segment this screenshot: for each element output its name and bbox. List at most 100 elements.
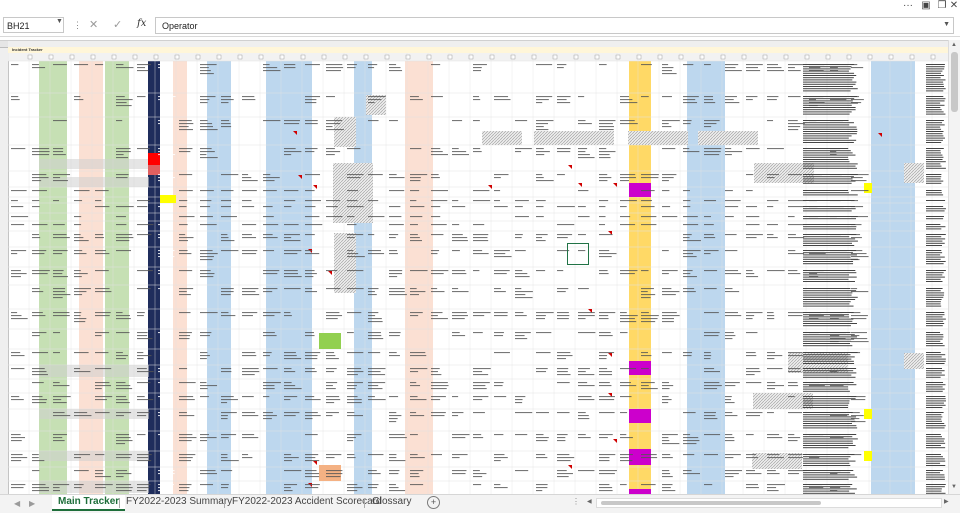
cell-text [32, 396, 43, 398]
cell-text [725, 234, 737, 236]
next-sheet-icon[interactable]: ▶ [29, 499, 35, 508]
cell-text [158, 270, 168, 272]
scroll-left-icon[interactable]: ◀ [587, 498, 592, 505]
cell-text [368, 332, 381, 334]
insert-function-icon[interactable]: fx [137, 18, 146, 29]
cell-text [347, 490, 358, 492]
cell-text [347, 177, 361, 179]
cell-text [725, 190, 733, 192]
cell-text [263, 64, 270, 66]
cell-text [599, 120, 616, 122]
cell-text [578, 190, 589, 192]
cell-text [11, 457, 28, 459]
cell-text [389, 224, 404, 226]
cell-text [221, 234, 228, 236]
cell-text [803, 358, 852, 360]
cell-text [803, 294, 852, 296]
cell-text [803, 216, 858, 217]
expand-formula-icon[interactable]: ▼ [943, 21, 950, 28]
cell-text [431, 151, 443, 153]
cell-text [473, 64, 487, 66]
prev-sheet-icon[interactable]: ◀ [14, 499, 20, 508]
cell-text [536, 174, 543, 176]
cell-text [926, 404, 946, 406]
name-box[interactable]: BH21 [3, 17, 64, 33]
cell-text [620, 270, 638, 272]
cell-text [494, 174, 509, 176]
horizontal-scrollbar[interactable] [596, 498, 942, 508]
cell-text [536, 368, 548, 370]
scroll-up-icon[interactable]: ▲ [951, 42, 957, 48]
cell-text [221, 371, 232, 373]
cell-text [662, 67, 674, 69]
cell-text [926, 400, 946, 402]
tab-fy2022-2023-summary[interactable]: FY2022-2023 Summary [120, 495, 238, 511]
more-options-icon[interactable]: ··· [900, 0, 916, 14]
cell-text [473, 200, 491, 202]
cell-text [179, 399, 195, 401]
more-tabs-icon[interactable]: ⋮ [572, 497, 580, 506]
cancel-icon[interactable]: ✕ [89, 18, 98, 31]
cell-text [368, 318, 382, 320]
cell-text [803, 156, 849, 158]
cell-text [389, 335, 400, 337]
cell-text [32, 368, 45, 370]
horizontal-scroll-thumb[interactable] [601, 501, 821, 505]
cell-text [263, 273, 278, 275]
cell-text [803, 100, 853, 102]
cell-text [803, 368, 857, 369]
cell-text [452, 454, 468, 456]
cell-text [32, 64, 39, 66]
cell-text [926, 384, 946, 386]
cell-text [32, 224, 48, 226]
cell-text [95, 335, 102, 337]
add-sheet-icon[interactable]: + [427, 496, 440, 509]
highlighted-cell [319, 333, 341, 349]
cell-text [803, 312, 854, 313]
cell-text [137, 355, 152, 357]
enter-check-icon[interactable]: ✓ [113, 18, 122, 31]
selected-cell[interactable] [567, 243, 589, 265]
worksheet-grid[interactable]: Incident Tracker [0, 40, 948, 495]
scroll-right-icon[interactable]: ▶ [944, 498, 949, 505]
cell-text [284, 352, 296, 354]
cell-text [515, 470, 529, 472]
vertical-scrollbar[interactable]: ▲ ▼ [948, 40, 960, 494]
cell-text [599, 412, 615, 414]
cell-text [410, 206, 425, 208]
cell-text [158, 154, 176, 156]
cell-text [326, 154, 335, 156]
cell-text [158, 487, 167, 489]
cell-text [683, 190, 690, 192]
cell-text [242, 206, 255, 208]
cell-text [746, 216, 760, 218]
cell-text [368, 312, 379, 314]
tab-glossary[interactable]: Glossary [366, 495, 417, 511]
cell-text [803, 261, 854, 262]
cell-text [137, 312, 145, 314]
vertical-scroll-thumb[interactable] [951, 52, 958, 112]
cell-text [305, 460, 320, 462]
cell-text [473, 382, 490, 384]
chevron-down-icon[interactable]: ▼ [56, 18, 63, 25]
ribbon-display-icon[interactable]: ▣ [918, 0, 934, 14]
cell-text [704, 200, 717, 202]
cell-text [158, 470, 175, 472]
cell-text [137, 368, 147, 370]
scroll-down-icon[interactable]: ▼ [951, 484, 957, 490]
cell-text [926, 388, 945, 390]
cell-text [926, 200, 946, 201]
cell-text [578, 315, 595, 317]
cell-text [473, 240, 489, 242]
formula-input[interactable]: Operator [155, 17, 954, 34]
cell-text [32, 180, 42, 182]
cell-text [803, 470, 854, 471]
tab-main-tracker[interactable]: Main Tracker [52, 495, 126, 511]
cell-text [452, 434, 470, 436]
cell-text [926, 126, 941, 128]
cell-text [32, 154, 50, 156]
cell-text [803, 436, 853, 438]
close-icon[interactable]: ✕ [946, 0, 960, 14]
cell-text [746, 237, 757, 239]
cell-text [347, 440, 354, 442]
